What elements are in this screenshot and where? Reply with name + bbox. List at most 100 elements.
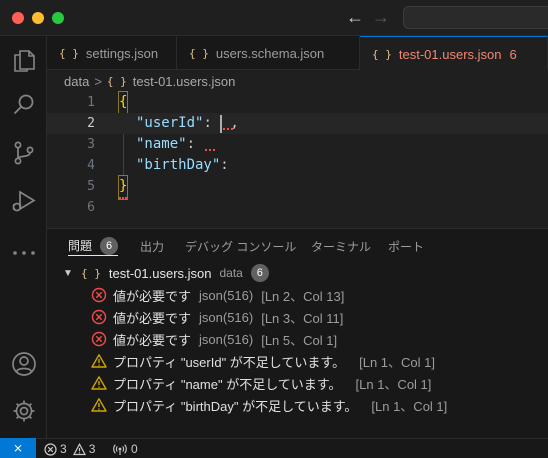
code-line: 4 "birthDay": <box>47 155 548 176</box>
problem-location: [Ln 1、Col 1] <box>359 354 435 370</box>
code-line: 6 <box>47 197 548 218</box>
error-icon <box>91 287 107 303</box>
code-line-current: 2 "userId": , <box>47 113 548 134</box>
problem-message: プロパティ "birthDay" が不足しています。 <box>113 398 358 414</box>
tab-label: settings.json <box>85 45 159 61</box>
code-line: 1 { <box>47 91 548 114</box>
problem-message: プロパティ "userId" が不足しています。 <box>113 354 346 370</box>
broadcast-icon <box>113 443 127 455</box>
problem-location: [Ln 1、Col 1] <box>371 398 448 414</box>
json-braces-icon: { } <box>106 74 127 88</box>
line-number: 3 <box>87 137 95 152</box>
chevron-down-icon[interactable]: ▼ <box>63 268 75 279</box>
breadcrumb-file[interactable]: test-01.users.json <box>133 74 236 89</box>
problems-file-name: test-01.users.json <box>108 265 212 281</box>
problems-count-badge: 6 <box>100 236 119 255</box>
code-line: 5 } <box>47 175 548 200</box>
warning-icon <box>91 353 107 369</box>
tab-users-schema-json[interactable]: { } users.schema.json <box>177 36 360 70</box>
json-braces-icon: { } <box>189 46 209 60</box>
accounts-icon[interactable] <box>11 351 37 377</box>
problem-row[interactable]: プロパティ "name" が不足しています。 [Ln 1、Col 1] <box>47 372 548 394</box>
tab-label: test-01.users.json <box>398 46 502 62</box>
source-control-icon[interactable] <box>11 140 37 166</box>
line-number: 1 <box>87 95 95 110</box>
problem-row[interactable]: プロパティ "userId" が不足しています。 [Ln 1、Col 1] <box>47 350 548 372</box>
open-brace: { <box>117 91 129 114</box>
tab-problem-count: 6 <box>509 46 517 62</box>
problem-message: 値が必要です <box>113 332 192 348</box>
problem-row[interactable]: 値が必要です json(516) [Ln 2、Col 13] <box>47 284 548 306</box>
status-problems[interactable]: 3 3 <box>44 439 95 458</box>
tab-test-01-users-json[interactable]: { } test-01.users.json 6 <box>360 36 548 71</box>
tab-debug-console[interactable]: デバッグ コンソール <box>185 236 296 256</box>
code-line: 3 "name": <box>47 134 548 155</box>
editor-tabs: { } settings.json { } users.schema.json … <box>47 36 548 71</box>
tab-ports[interactable]: ポート <box>388 236 424 256</box>
problem-message: 値が必要です <box>113 310 192 326</box>
problem-location: [Ln 1、Col 1] <box>355 376 432 392</box>
breadcrumb-separator: > <box>94 73 102 89</box>
code-text: "birthDay": <box>136 157 229 173</box>
back-arrow-icon[interactable]: ← <box>346 7 364 27</box>
tab-output[interactable]: 出力 <box>140 236 164 256</box>
problem-location: [Ln 3、Col 11] <box>261 310 344 326</box>
line-number: 5 <box>87 179 95 194</box>
tab-terminal[interactable]: ターミナル <box>311 236 371 256</box>
title-bar: ← → <box>0 0 548 36</box>
problem-row[interactable]: 値が必要です json(516) [Ln 5、Col 1] <box>47 328 548 350</box>
problem-source: json(516) <box>199 331 254 347</box>
command-center-search[interactable] <box>403 6 548 29</box>
code-editor[interactable]: 1 { 2 "userId": , 3 "name": 4 "birthDay"… <box>47 91 548 228</box>
more-views-icon[interactable] <box>11 240 37 266</box>
problems-file-count: 6 <box>250 264 269 282</box>
status-warning-count: 3 <box>88 442 96 456</box>
warning-icon <box>91 397 107 413</box>
status-ports-count: 0 <box>131 442 138 456</box>
status-error-count: 3 <box>60 442 67 456</box>
search-icon[interactable] <box>11 92 37 118</box>
warning-icon <box>72 442 86 455</box>
problems-file-row[interactable]: ▼ { } test-01.users.json data 6 <box>47 262 548 284</box>
json-braces-icon: { } <box>372 47 392 61</box>
status-ports[interactable]: 0 <box>113 439 138 458</box>
breadcrumb-folder[interactable]: data <box>64 74 89 89</box>
problem-source: json(516) <box>199 287 254 303</box>
settings-gear-icon[interactable] <box>11 398 37 424</box>
problem-location: [Ln 5、Col 1] <box>261 332 338 348</box>
panel-tabs: 問題 6 出力 デバッグ コンソール ターミナル ポート <box>47 229 548 261</box>
code-text: "name": <box>136 136 196 152</box>
line-number: 2 <box>87 116 95 131</box>
minimize-window-button[interactable] <box>32 12 44 24</box>
code-text: "userId": , <box>136 115 239 131</box>
forward-arrow-icon[interactable]: → <box>372 7 390 27</box>
activity-bar <box>0 36 47 438</box>
error-squiggle <box>223 127 233 130</box>
json-braces-icon: { } <box>81 266 101 280</box>
bottom-panel: 問題 6 出力 デバッグ コンソール ターミナル ポート ▼ { } test-0… <box>47 228 548 438</box>
tab-problems[interactable]: 問題 6 <box>68 236 119 256</box>
problem-row[interactable]: 値が必要です json(516) [Ln 3、Col 11] <box>47 306 548 328</box>
error-icon <box>91 331 107 347</box>
tab-settings-json[interactable]: { } settings.json <box>47 36 177 70</box>
text-cursor <box>220 115 222 133</box>
close-brace: } <box>117 175 129 200</box>
error-icon <box>44 442 57 456</box>
explorer-files-icon[interactable] <box>11 48 37 74</box>
line-number: 4 <box>87 158 95 173</box>
breadcrumb: data > { } test-01.users.json <box>47 70 548 92</box>
status-bar: ⨯ 3 3 0 <box>0 438 548 458</box>
problem-source: json(516) <box>199 309 254 325</box>
error-squiggle <box>205 148 215 151</box>
remote-indicator-icon[interactable]: ⨯ <box>0 438 36 458</box>
close-window-button[interactable] <box>12 12 24 24</box>
problem-location: [Ln 2、Col 13] <box>261 288 345 304</box>
problem-message: 値が必要です <box>113 288 192 304</box>
problem-message: プロパティ "name" が不足しています。 <box>113 376 342 392</box>
maximize-window-button[interactable] <box>52 12 64 24</box>
json-braces-icon: { } <box>59 46 79 60</box>
problems-file-path: data <box>219 266 243 280</box>
run-and-debug-icon[interactable] <box>11 188 37 214</box>
problem-row[interactable]: プロパティ "birthDay" が不足しています。 [Ln 1、Col 1] <box>47 394 548 416</box>
error-icon <box>91 309 107 325</box>
